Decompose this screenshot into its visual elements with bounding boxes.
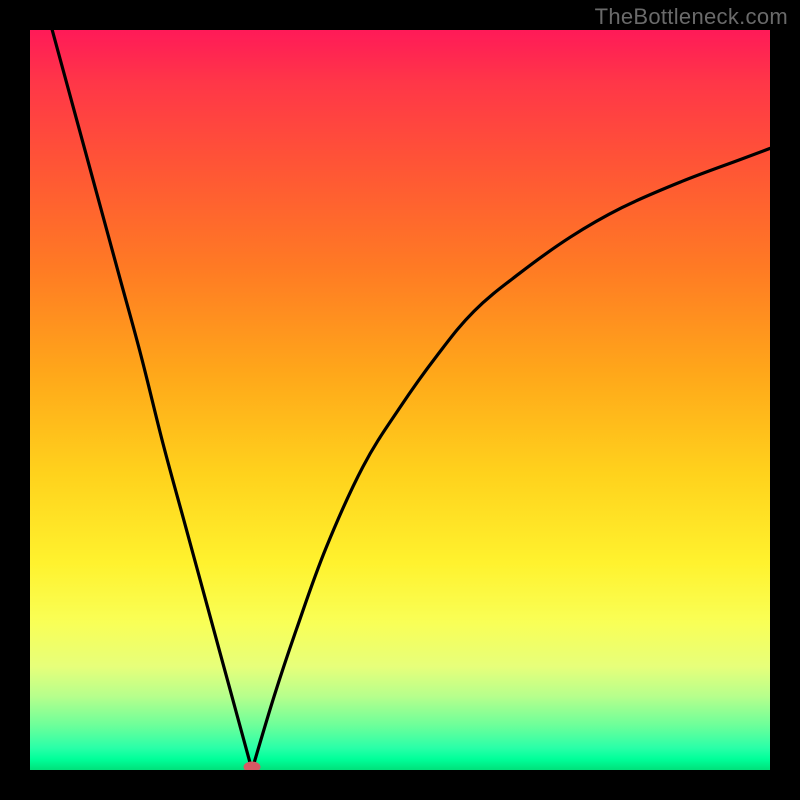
chart-frame: TheBottleneck.com bbox=[0, 0, 800, 800]
bottleneck-curve-left bbox=[52, 30, 252, 770]
bottleneck-curve-right bbox=[252, 148, 770, 770]
watermark-text: TheBottleneck.com bbox=[595, 4, 788, 30]
plot-area bbox=[30, 30, 770, 770]
minimum-marker bbox=[244, 762, 261, 771]
curve-layer bbox=[30, 30, 770, 770]
